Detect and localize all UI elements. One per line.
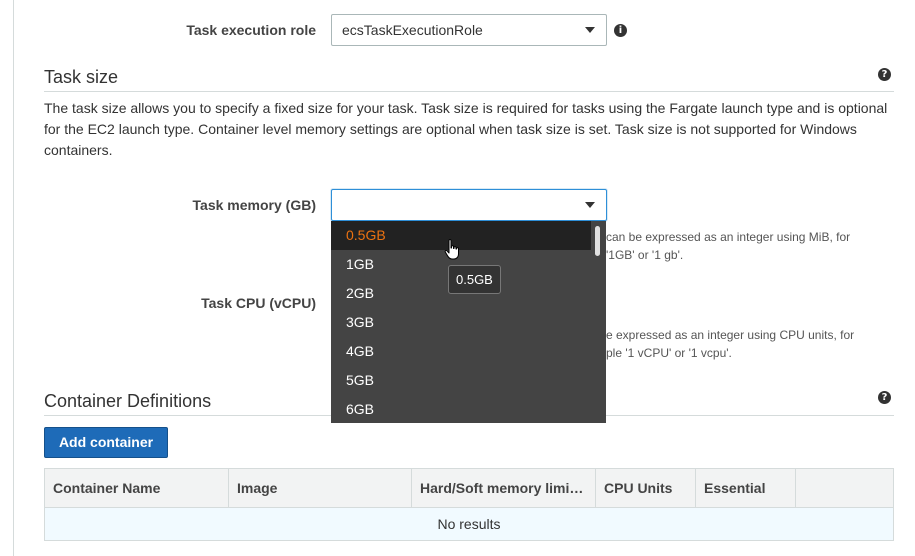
column-essential[interactable]: Essential (696, 469, 796, 507)
table-header: Container Name Image Hard/Soft memory li… (44, 468, 894, 508)
chevron-down-icon (585, 27, 595, 33)
empty-results-row: No results (44, 508, 894, 541)
task-size-description: The task size allows you to specify a fi… (44, 100, 888, 158)
cpu-hint-line2: ple '1 vCPU' or '1 vcpu'. (606, 346, 732, 360)
hand-pointer-icon (444, 239, 459, 260)
execution-role-label: Task execution role (186, 22, 316, 38)
left-divider (13, 0, 14, 556)
dropdown-option[interactable]: 3GB (331, 308, 591, 337)
cpu-hint-line1: e expressed as an integer using CPU unit… (606, 328, 855, 342)
container-table: Container Name Image Hard/Soft memory li… (44, 468, 894, 541)
section-divider (44, 91, 894, 92)
task-cpu-label: Task CPU (vCPU) (201, 295, 316, 311)
column-container-name[interactable]: Container Name (45, 469, 229, 507)
task-memory-select[interactable] (331, 189, 607, 221)
help-icon[interactable]: ? (878, 68, 891, 81)
column-actions (796, 469, 893, 507)
add-container-button[interactable]: Add container (44, 427, 168, 458)
execution-role-value: ecsTaskExecutionRole (342, 22, 483, 38)
column-cpu-units[interactable]: CPU Units (596, 469, 696, 507)
column-image[interactable]: Image (229, 469, 412, 507)
scrollbar-thumb[interactable] (595, 226, 600, 256)
memory-hint-line2: '1GB' or '1 gb'. (606, 248, 684, 262)
task-memory-label: Task memory (GB) (192, 197, 316, 213)
dropdown-option[interactable]: 6GB (331, 395, 591, 423)
dropdown-option[interactable]: 4GB (331, 337, 591, 366)
dropdown-option[interactable]: 5GB (331, 366, 591, 395)
memory-hint-line1: can be expressed as an integer using MiB… (606, 230, 851, 244)
execution-role-select[interactable]: ecsTaskExecutionRole (331, 14, 607, 46)
info-icon[interactable]: i (614, 24, 627, 37)
help-icon[interactable]: ? (878, 391, 891, 404)
dropdown-scrollbar[interactable] (591, 221, 606, 423)
task-size-title: Task size (44, 67, 119, 87)
chevron-down-icon (585, 202, 595, 208)
option-tooltip: 0.5GB (448, 265, 501, 294)
column-memory-limits[interactable]: Hard/Soft memory limi… (412, 469, 596, 507)
container-definitions-title: Container Definitions (44, 391, 212, 411)
